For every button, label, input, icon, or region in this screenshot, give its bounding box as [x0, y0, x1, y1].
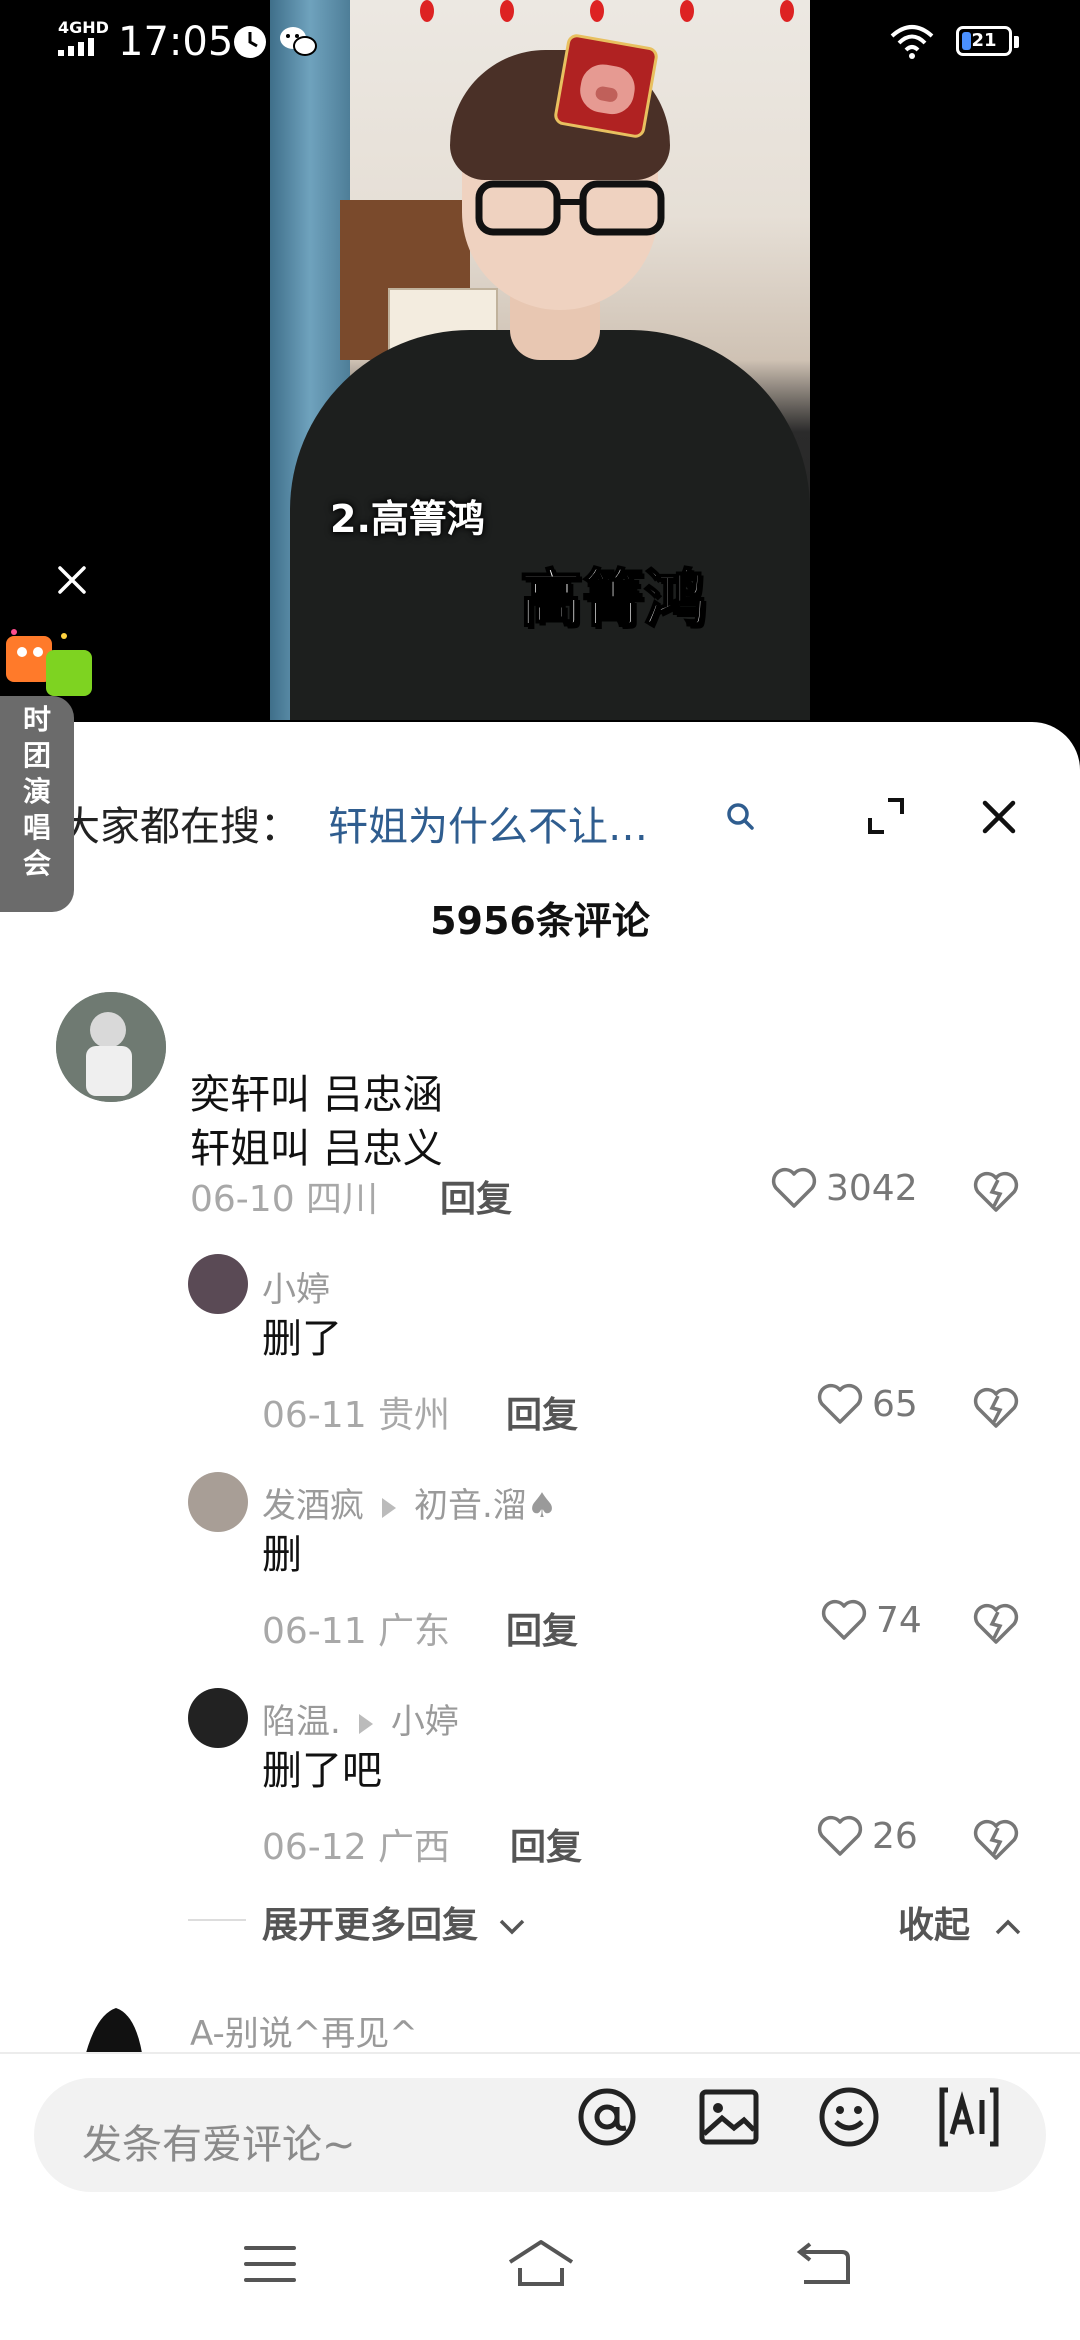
status-bar: 4GHD 17:05 21: [0, 0, 1080, 80]
reply-author-name: 陷温.: [262, 1702, 341, 1742]
reply-button[interactable]: 回复: [440, 1170, 512, 1222]
promo-close-icon[interactable]: [52, 560, 92, 600]
chevron-up-icon: [995, 1919, 1020, 1935]
comment-author[interactable]: A-别说^再见^: [190, 2006, 418, 2055]
reply-arrow-icon: [358, 1713, 373, 1734]
reply-author[interactable]: 小婷: [262, 1262, 330, 1311]
heart-icon: [771, 1167, 817, 1208]
search-query-link[interactable]: 轩姐为什么不让…: [328, 794, 648, 852]
search-prefix: 大家都在搜：: [60, 804, 300, 850]
emoji-icon[interactable]: [816, 2084, 882, 2150]
glasses-icon: [475, 180, 665, 236]
video-caption-small: 2.高箐鸿: [330, 497, 485, 541]
battery-level: 21: [971, 30, 997, 51]
like-count: 26: [872, 1815, 918, 1857]
reply-text: 删了: [262, 1316, 342, 1362]
collapse-label: 收起: [898, 1905, 971, 1946]
like-button[interactable]: 26: [816, 1814, 918, 1858]
avatar[interactable]: [188, 1472, 248, 1532]
divider: [188, 1919, 246, 1921]
menu-icon[interactable]: [240, 2238, 300, 2290]
reply-text: 删: [262, 1532, 302, 1578]
chevron-down-icon: [499, 1919, 524, 1935]
network-type: 4GHD: [58, 18, 109, 37]
wifi-icon: [890, 25, 934, 59]
status-time: 17:05: [118, 19, 234, 65]
heart-icon: [817, 1383, 863, 1424]
ai-icon[interactable]: [936, 2084, 1002, 2150]
search-suggestion[interactable]: 大家都在搜： 轩姐为什么不让…: [0, 782, 1080, 852]
comment-input-bar: 发条有爱评论~: [0, 2052, 1080, 2194]
video-caption-big: 高箐鸿: [519, 561, 707, 636]
reply-meta: 06-12 广西: [262, 1827, 451, 1868]
like-button[interactable]: 3042: [770, 1166, 918, 1210]
home-icon[interactable]: [506, 2238, 576, 2290]
collapse-button[interactable]: 收起: [898, 1896, 1023, 1948]
comment-meta: 06-10 四川: [190, 1179, 379, 1220]
dislike-icon[interactable]: [972, 1818, 1020, 1862]
dislike-icon[interactable]: [972, 1386, 1020, 1430]
signal-icon: [58, 38, 94, 56]
avatar-image: [56, 992, 166, 1102]
avatar[interactable]: [188, 1688, 248, 1748]
like-button[interactable]: 65: [816, 1382, 918, 1426]
like-count: 65: [872, 1383, 918, 1425]
reply-to-name: 初音.溜♠: [414, 1486, 558, 1526]
reply-author[interactable]: 发酒疯 初音.溜♠: [262, 1478, 557, 1527]
heart-icon: [817, 1815, 863, 1856]
battery-icon: 21: [956, 26, 1012, 56]
battery-tip: [1014, 36, 1019, 48]
video-player[interactable]: 2.高箐鸿 高箐鸿: [270, 0, 810, 720]
expand-more-replies-button[interactable]: 展开更多回复: [262, 1896, 527, 1948]
summer-logo-icon: [6, 629, 92, 696]
promo-banner[interactable]: 时 团 演 唱 会: [0, 610, 92, 912]
avatar[interactable]: [56, 992, 166, 1102]
reply-arrow-icon: [382, 1497, 396, 1518]
expand-icon[interactable]: [866, 796, 906, 836]
reply-button[interactable]: 回复: [506, 1386, 578, 1438]
reply-meta: 06-11 贵州: [262, 1395, 451, 1436]
dislike-icon[interactable]: [972, 1170, 1020, 1214]
back-icon[interactable]: [794, 2238, 854, 2290]
comment-input[interactable]: 发条有爱评论~: [34, 2078, 1046, 2192]
wechat-icon: [280, 27, 317, 56]
search-icon[interactable]: [724, 800, 758, 834]
reply-text: 删了吧: [262, 1748, 382, 1794]
promo-text: 时 团 演 唱 会: [22, 703, 51, 880]
reply-meta: 06-11 广东: [262, 1611, 451, 1652]
close-icon[interactable]: [980, 798, 1018, 836]
heart-icon: [821, 1599, 867, 1640]
comment-input-placeholder: 发条有爱评论~: [82, 2122, 356, 2168]
reply-button[interactable]: 回复: [510, 1818, 582, 1870]
expand-more-label: 展开更多回复: [262, 1905, 479, 1946]
image-icon[interactable]: [696, 2084, 762, 2150]
like-count: 3042: [826, 1167, 918, 1209]
reply-button[interactable]: 回复: [506, 1602, 578, 1654]
at-icon[interactable]: [574, 2084, 640, 2150]
clock-app-icon: [234, 26, 266, 58]
comment-count: 5956条评论: [430, 899, 650, 943]
system-nav-bar: [0, 2194, 1080, 2340]
comment-text: 奕轩叫 吕忠涵 轩姐叫 吕忠义: [190, 1072, 443, 1172]
avatar[interactable]: [188, 1254, 248, 1314]
reply-author[interactable]: 陷温. 小婷: [262, 1694, 459, 1743]
reply-to-name: 小婷: [390, 1702, 459, 1742]
dislike-icon[interactable]: [972, 1602, 1020, 1646]
like-button[interactable]: 74: [820, 1598, 922, 1642]
reply-author-name: 发酒疯: [262, 1486, 364, 1526]
like-count: 74: [876, 1599, 922, 1641]
